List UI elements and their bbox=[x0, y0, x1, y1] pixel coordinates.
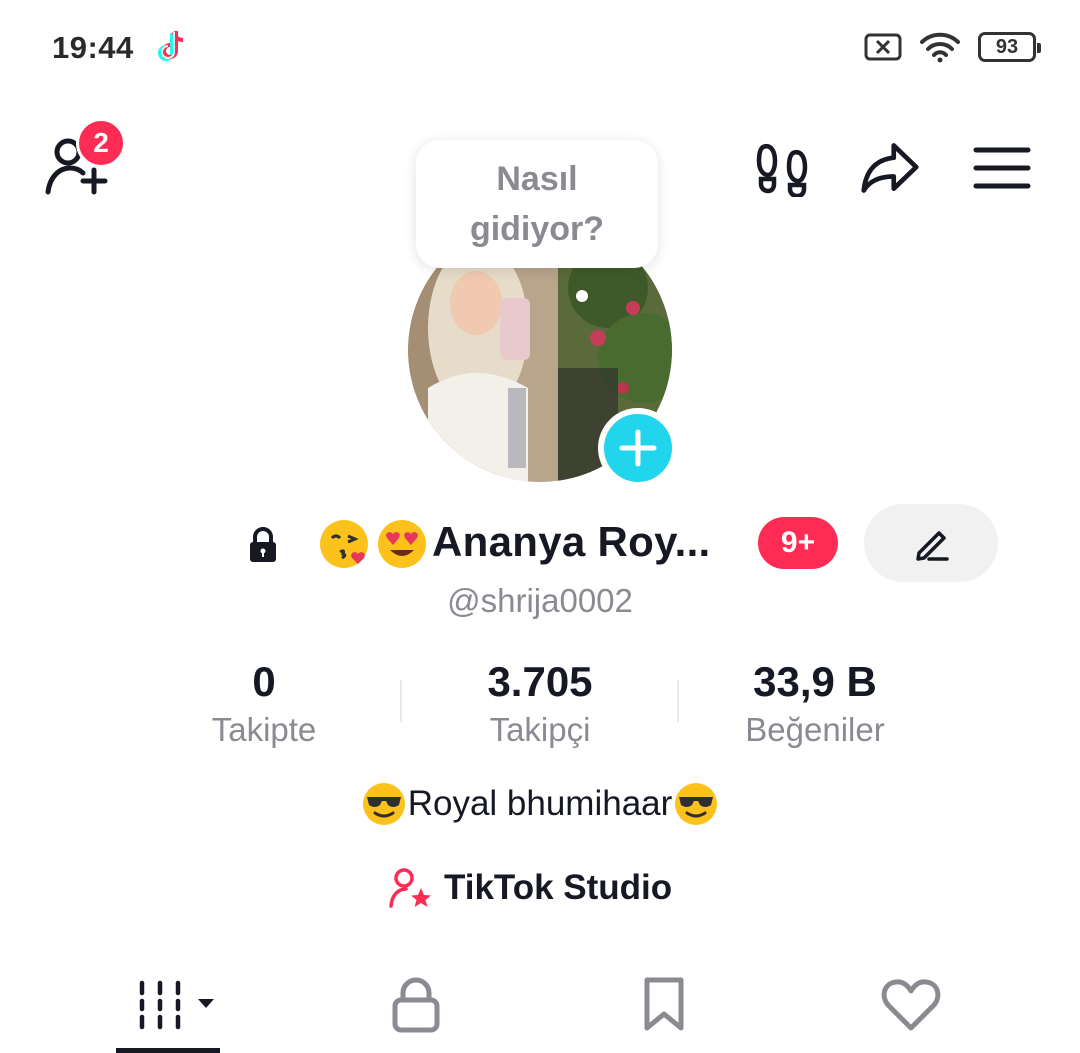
wifi-icon bbox=[920, 32, 960, 63]
kissing-face-emoji bbox=[320, 520, 368, 568]
stat-following[interactable]: 0 Takipte bbox=[134, 656, 394, 752]
tab-private[interactable] bbox=[384, 970, 448, 1040]
menu-icon bbox=[973, 147, 1031, 189]
tiktok-note-icon bbox=[158, 31, 184, 61]
tiktok-studio-link[interactable]: TikTok Studio bbox=[388, 866, 672, 910]
stat-likes-label: Beğeniler bbox=[745, 711, 885, 748]
tab-videos[interactable] bbox=[128, 970, 224, 1040]
share-icon bbox=[861, 143, 919, 193]
bubble-dot bbox=[576, 290, 588, 302]
stat-divider bbox=[677, 680, 679, 722]
status-time: 19:44 bbox=[52, 30, 134, 65]
stat-likes-value: 33,9 B bbox=[753, 658, 877, 705]
battery-level: 93 bbox=[995, 35, 1019, 58]
sunglasses-emoji bbox=[675, 783, 718, 825]
videos-grid-icon bbox=[139, 980, 214, 1030]
stat-followers[interactable]: 3.705 Takipçi bbox=[410, 656, 670, 752]
tab-liked[interactable] bbox=[878, 970, 944, 1040]
heart-eyes-emoji bbox=[378, 520, 426, 568]
favorites-bookmark-icon bbox=[644, 977, 684, 1031]
footprints-button[interactable] bbox=[752, 138, 812, 198]
stat-likes[interactable]: 33,9 B Beğeniler bbox=[685, 656, 945, 752]
share-button[interactable] bbox=[860, 138, 920, 198]
avatar-add-button[interactable] bbox=[598, 408, 678, 488]
bio-text: Royal bhumihaar bbox=[407, 784, 673, 823]
stat-divider bbox=[400, 680, 402, 722]
display-name: Ananya Roy... bbox=[432, 518, 711, 565]
username: @shrija0002 bbox=[447, 582, 633, 619]
stat-following-value: 0 bbox=[252, 658, 276, 705]
friend-requests-badge: 2 bbox=[76, 118, 126, 168]
status-bubble[interactable]: Nasıl gidiyor? bbox=[416, 140, 658, 268]
status-bubble-text: Nasıl gidiyor? bbox=[469, 160, 605, 248]
notification-badge[interactable]: 9+ bbox=[758, 517, 838, 569]
private-account-lock-icon bbox=[250, 527, 276, 562]
menu-button[interactable] bbox=[972, 138, 1032, 198]
stat-followers-value: 3.705 bbox=[487, 658, 593, 705]
footprints-icon bbox=[756, 144, 808, 197]
stat-following-label: Takipte bbox=[211, 711, 317, 748]
liked-heart-icon bbox=[881, 979, 941, 1031]
bio[interactable]: Royal bhumihaar bbox=[0, 782, 1080, 826]
sim-x-icon bbox=[864, 33, 902, 61]
pencil-icon bbox=[916, 531, 949, 561]
status-icons: 93 bbox=[864, 30, 1041, 64]
studio-label: TikTok Studio bbox=[444, 868, 673, 907]
sunglasses-emoji bbox=[362, 783, 405, 825]
plus-icon bbox=[619, 429, 657, 467]
private-lock-icon bbox=[392, 977, 440, 1033]
stat-followers-label: Takipçi bbox=[489, 711, 591, 748]
battery-icon: 93 bbox=[978, 32, 1041, 62]
tab-favorites[interactable] bbox=[632, 970, 696, 1040]
active-tab-indicator bbox=[116, 1048, 220, 1053]
edit-profile-button[interactable] bbox=[864, 504, 998, 582]
studio-user-star-icon bbox=[389, 868, 431, 908]
